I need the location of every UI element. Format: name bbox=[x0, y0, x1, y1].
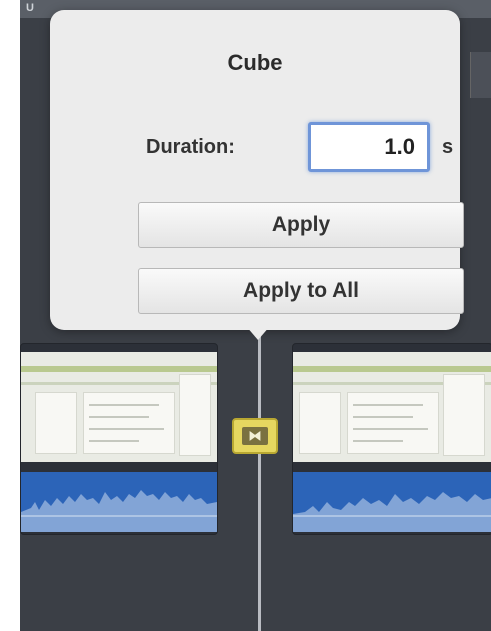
clip-thumbnail bbox=[293, 352, 491, 462]
popover-arrow bbox=[246, 326, 270, 340]
duration-label: Duration: bbox=[146, 136, 235, 158]
duration-unit: s bbox=[442, 136, 454, 158]
playhead[interactable] bbox=[258, 320, 261, 631]
transition-icon: ⧓ bbox=[248, 428, 262, 443]
popover-title: Cube bbox=[227, 50, 283, 75]
apply-to-all-button[interactable]: Apply to All bbox=[138, 268, 464, 314]
transition-badge[interactable]: ⧓ bbox=[232, 418, 278, 454]
duration-input[interactable] bbox=[308, 122, 430, 172]
audio-waveform bbox=[21, 472, 217, 532]
video-clip-left[interactable] bbox=[20, 343, 218, 535]
clip-thumbnail bbox=[21, 352, 217, 462]
apply-button[interactable]: Apply bbox=[138, 202, 464, 248]
side-panel-button[interactable] bbox=[470, 52, 491, 98]
video-clip-right[interactable] bbox=[292, 343, 491, 535]
audio-waveform bbox=[293, 472, 491, 532]
transition-popover: Cube Duration: s Apply Apply to All bbox=[50, 10, 464, 330]
toolbar-label: U bbox=[26, 2, 34, 14]
